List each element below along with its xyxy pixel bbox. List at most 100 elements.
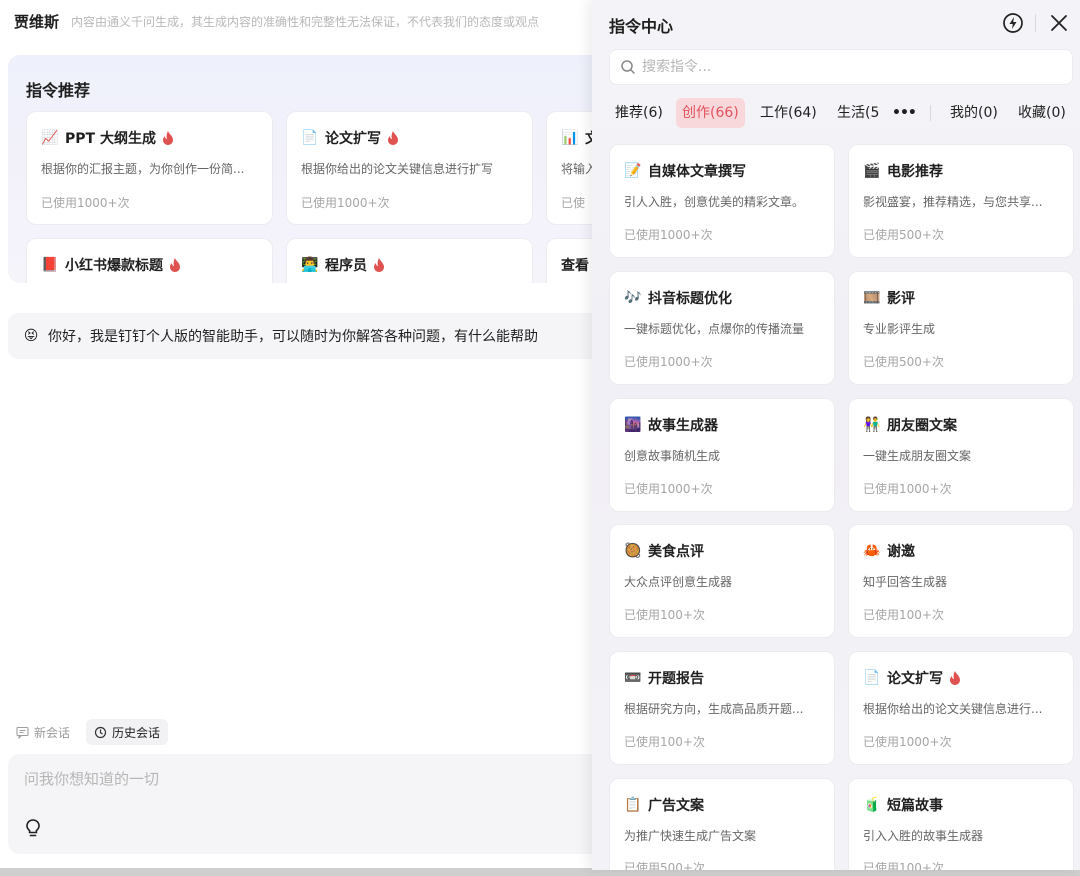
card-desc: 根据研究方向，生成高品质开题... [624, 702, 804, 716]
command-card-douyin-title[interactable]: 🎶 抖音标题优化 一键标题优化，点爆你的传播流量 已使用1000+次 [609, 271, 835, 385]
memo-icon: 📝 [624, 163, 642, 179]
header-divider [1035, 14, 1036, 32]
card-usage: 已使用1000+次 [863, 735, 952, 749]
red-book-icon: 📕 [41, 257, 59, 273]
music-notes-icon: 🎶 [624, 290, 642, 306]
card-title: 自媒体文章撰写 [648, 164, 746, 180]
card-title: 影评 [887, 291, 915, 307]
chat-input-placeholder[interactable]: 问我你想知道的一切 [24, 768, 159, 789]
card-title: 故事生成器 [648, 418, 718, 434]
message-icon [16, 726, 29, 739]
card-title: 论文扩写 [325, 131, 381, 147]
card-usage: 已使用500+次 [863, 228, 944, 242]
card-desc: 大众点评创意生成器 [624, 575, 733, 589]
card-usage: 已使用100+次 [863, 861, 944, 870]
tab-creation[interactable]: 创作(66) [676, 98, 745, 128]
card-desc: 根据你的汇报主题，为你创作一份简... [41, 162, 245, 176]
main-chat-area: 贾维斯 内容由通义千问生成，其生成内容的准确性和完整性无法保证，不代表我们的态度… [0, 0, 608, 876]
card-title: 开题报告 [648, 671, 704, 687]
lightning-icon[interactable] [1002, 12, 1024, 34]
recommend-card-paper[interactable]: 📄 论文扩写 根据你给出的论文关键信息进行扩写 已使用1000+次 [286, 111, 533, 225]
tab-favorites[interactable]: 收藏(0) [1018, 98, 1066, 128]
bar-chart-icon: 📊 [561, 130, 579, 146]
command-card-short-story[interactable]: 🧃 短篇故事 引入入胜的故事生成器 已使用100+次 [848, 778, 1074, 870]
command-card-film-review[interactable]: 🎞️ 影评 专业影评生成 已使用500+次 [848, 271, 1074, 385]
card-title: PPT 大纲生成 [65, 131, 156, 147]
more-tabs-button[interactable]: ••• [892, 98, 917, 128]
card-usage: 已使用500+次 [624, 861, 705, 870]
card-title: 电影推荐 [887, 164, 943, 180]
command-card-food-review[interactable]: 🥘 美食点评 大众点评创意生成器 已使用100+次 [609, 524, 835, 638]
search-icon [621, 60, 635, 74]
command-card-proposal-report[interactable]: 📼 开题报告 根据研究方向，生成高品质开题... 已使用100+次 [609, 651, 835, 765]
lightbulb-icon[interactable] [24, 818, 42, 838]
tab-life[interactable]: 生活(5 [837, 98, 879, 128]
videotape-icon: 📼 [624, 670, 642, 686]
fire-icon [170, 258, 180, 272]
tongue-face-icon: 😝 [23, 328, 39, 344]
chat-actions: 新会话 历史会话 [8, 719, 169, 745]
command-card-movie-recommend[interactable]: 🎬 电影推荐 影视盛宴，推荐精选，与您共享... 已使用500+次 [848, 144, 1074, 258]
card-title: 朋友圈文案 [887, 418, 957, 434]
card-desc: 创意故事随机生成 [624, 449, 721, 463]
fire-icon [950, 671, 960, 685]
document-icon: 📄 [863, 670, 881, 686]
command-center-drawer: 指令中心 推荐(6) 创作(66) 工作(64) 生活(5 ••• 我的(0) … [592, 0, 1080, 870]
fire-icon [388, 131, 398, 145]
tab-recommend[interactable]: 推荐(6) [615, 98, 663, 128]
clapper-icon: 🎬 [863, 163, 881, 179]
crab-icon: 🦀 [863, 543, 881, 559]
recommend-card-ppt[interactable]: 📈 PPT 大纲生成 根据你的汇报主题，为你创作一份简... 已使用1000+次 [26, 111, 273, 225]
programmer-icon: 👨‍💻 [301, 257, 319, 273]
card-usage: 已使用1000+次 [41, 196, 130, 210]
document-icon: 📄 [301, 130, 319, 146]
card-usage: 已使用1000+次 [863, 482, 952, 496]
command-search[interactable] [609, 49, 1073, 85]
card-desc: 知乎回答生成器 [863, 575, 948, 589]
disclaimer-text: 内容由通义千问生成，其生成内容的准确性和完整性无法保证，不代表我们的态度或观点 [71, 14, 540, 29]
card-title: 程序员 [325, 258, 367, 274]
food-icon: 🥘 [624, 543, 642, 559]
drawer-title: 指令中心 [609, 17, 674, 36]
recommend-card-xiaohongshu[interactable]: 📕 小红书爆款标题 [26, 238, 273, 283]
search-input[interactable] [642, 59, 1042, 75]
card-desc: 根据你给出的论文关键信息进行... [863, 702, 1043, 716]
card-desc: 专业影评生成 [863, 322, 936, 336]
card-title: 美食点评 [648, 544, 704, 560]
recommend-title: 指令推荐 [26, 81, 91, 100]
chat-input-box[interactable]: 问我你想知道的一切 [8, 754, 608, 854]
command-card-paper-expand[interactable]: 📄 论文扩写 根据你给出的论文关键信息进行... 已使用1000+次 [848, 651, 1074, 765]
card-desc: 引入入胜的故事生成器 [863, 829, 984, 843]
command-card-zhihu-answer[interactable]: 🦀 谢邀 知乎回答生成器 已使用100+次 [848, 524, 1074, 638]
history-icon [94, 726, 107, 738]
card-usage: 已使用100+次 [863, 608, 944, 622]
recommend-card-programmer[interactable]: 👨‍💻 程序员 [286, 238, 533, 283]
card-usage: 已使 [561, 196, 586, 210]
history-label: 历史会话 [112, 725, 161, 740]
card-title: 广告文案 [648, 798, 704, 814]
card-desc: 为推广快速生成广告文案 [624, 829, 757, 843]
top-bar: 贾维斯 内容由通义千问生成，其生成内容的准确性和完整性无法保证，不代表我们的态度… [14, 10, 539, 32]
card-usage: 已使用500+次 [863, 355, 944, 369]
card-usage: 已使用1000+次 [624, 482, 713, 496]
command-card-moments-copy[interactable]: 👫 朋友圈文案 一键生成朋友圈文案 已使用1000+次 [848, 398, 1074, 512]
close-icon[interactable] [1049, 13, 1069, 33]
command-card-media-article[interactable]: 📝 自媒体文章撰写 引人入胜，创意优美的精彩文章。 已使用1000+次 [609, 144, 835, 258]
card-desc: 一键生成朋友圈文案 [863, 449, 972, 463]
card-title: 谢邀 [887, 544, 915, 560]
card-usage: 已使用1000+次 [624, 355, 713, 369]
assistant-name: 贾维斯 [14, 12, 60, 31]
command-card-ad-copy[interactable]: 📋 广告文案 为推广快速生成广告文案 已使用500+次 [609, 778, 835, 870]
clipboard-icon: 📋 [624, 797, 642, 813]
new-session-button[interactable]: 新会话 [8, 719, 78, 745]
command-card-story-generator[interactable]: 🌆 故事生成器 创意故事随机生成 已使用1000+次 [609, 398, 835, 512]
couple-icon: 👫 [863, 417, 881, 433]
card-title: 小红书爆款标题 [65, 258, 163, 274]
tab-mine[interactable]: 我的(0) [950, 98, 998, 128]
card-desc: 一键标题优化，点爆你的传播流量 [624, 322, 805, 336]
card-desc: 影视盛宴，推荐精选，与您共享... [863, 195, 1043, 209]
tab-work[interactable]: 工作(64) [760, 98, 817, 128]
history-button[interactable]: 历史会话 [86, 719, 169, 745]
juice-box-icon: 🧃 [863, 797, 881, 813]
fire-icon [374, 258, 384, 272]
